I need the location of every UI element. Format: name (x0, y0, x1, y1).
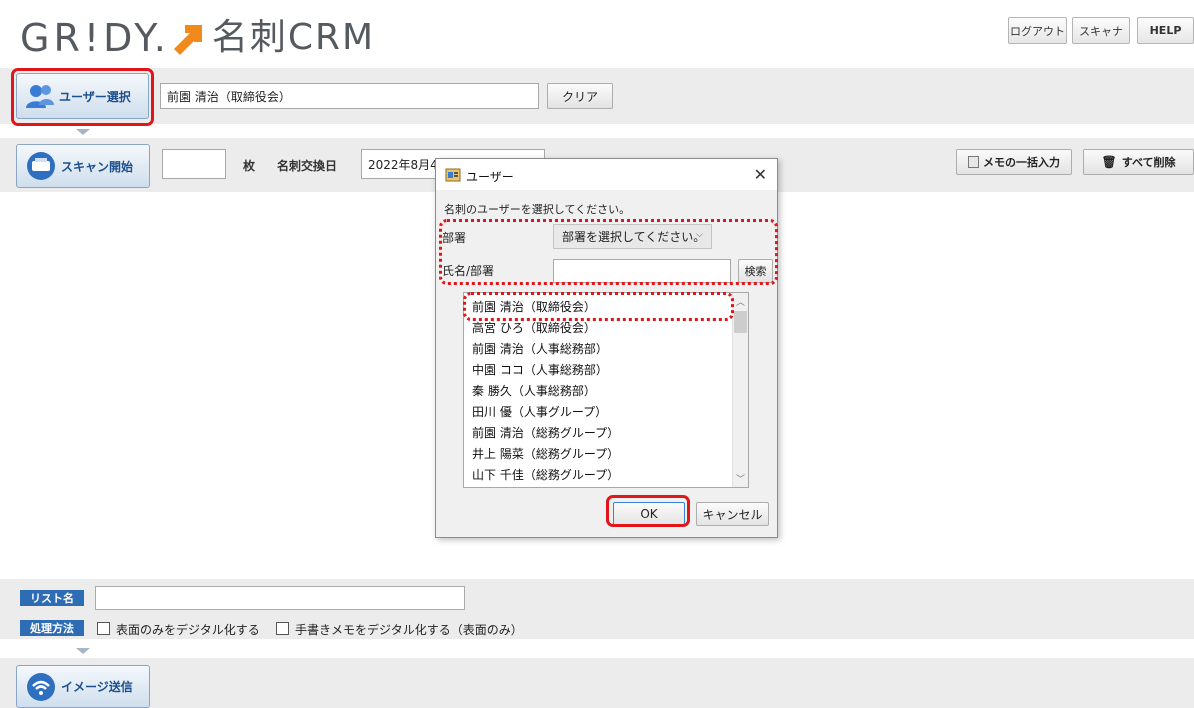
department-select[interactable]: 部署を選択してください。 ⌵ (553, 224, 712, 249)
app-window-icon (445, 168, 461, 182)
memo-bulk-label: メモの一括入力 (983, 156, 1060, 169)
logo-product-name: 名刺CRM (211, 17, 376, 58)
logo-text: GR!DY. (20, 16, 170, 60)
option-front-only-checkbox[interactable] (97, 622, 110, 635)
logout-button[interactable]: ログアウト (1008, 17, 1067, 44)
list-name-tag: リスト名 (20, 590, 84, 606)
option-handwritten-memo-label: 手書きメモをデジタル化する（表面のみ） (295, 623, 523, 637)
wifi-icon (27, 672, 55, 701)
dialog-title-bar: ユーザー ✕ (436, 159, 777, 190)
ok-button[interactable]: OK (613, 502, 685, 526)
scan-start-label: スキャン開始 (61, 159, 134, 174)
scroll-up-icon[interactable]: ︿ (736, 295, 745, 308)
cancel-button[interactable]: キャンセル (696, 502, 769, 526)
search-button[interactable]: 検索 (738, 259, 773, 283)
exchange-date-label: 名刺交換日 (277, 159, 338, 173)
option-front-only-label: 表面のみをデジタル化する (116, 623, 260, 637)
list-item[interactable]: 前園 清治（総務グループ） (472, 424, 619, 441)
memo-icon (968, 156, 979, 168)
list-item[interactable]: 秦 勝久（人事総務部） (472, 382, 596, 399)
list-item[interactable]: 中園 ココ（人事総務部） (472, 361, 608, 378)
dialog-title: ユーザー (466, 170, 514, 184)
users-icon (26, 85, 54, 108)
image-send-button[interactable]: イメージ送信 (16, 665, 150, 708)
list-item[interactable]: 井上 陽菜（総務グループ） (472, 445, 619, 462)
user-list[interactable]: 前園 清治（取締役会） 高宮 ひろ（取締役会） 前園 清治（人事総務部） 中園 … (463, 292, 749, 488)
delete-all-label: すべて削除 (1121, 156, 1176, 169)
clear-button[interactable]: クリア (547, 83, 613, 109)
scanner-icon (27, 152, 55, 180)
process-method-tag: 処理方法 (20, 620, 84, 636)
scan-start-button[interactable]: スキャン開始 (16, 144, 150, 188)
close-icon[interactable]: ✕ (754, 165, 767, 184)
count-unit-label: 枚 (243, 159, 256, 173)
name-search-input[interactable] (553, 259, 731, 283)
list-item[interactable]: 前園 清治（取締役会） (472, 298, 596, 315)
list-item[interactable]: 高宮 ひろ（取締役会） (472, 319, 596, 336)
department-label: 部署 (442, 231, 467, 245)
scan-count-field[interactable] (162, 149, 226, 179)
scroll-down-icon[interactable]: ﹀ (736, 472, 745, 485)
memo-bulk-input-button[interactable]: メモの一括入力 (956, 149, 1072, 175)
help-button[interactable]: HELP (1137, 17, 1194, 44)
user-select-dialog: ユーザー ✕ 名刺のユーザーを選択してください。 部署 部署を選択してください。… (435, 158, 778, 538)
selected-user-field[interactable]: 前園 清治（取締役会） (160, 83, 539, 109)
send-band (0, 658, 1194, 708)
delete-all-button[interactable]: 🗑 すべて削除 (1083, 149, 1194, 175)
department-select-value: 部署を選択してください。 (562, 230, 706, 244)
flow-arrow-icon-2 (76, 648, 90, 654)
chevron-down-icon: ⌵ (696, 230, 703, 240)
list-scrollbar[interactable]: ︿ ﹀ (732, 293, 748, 487)
trash-icon: 🗑 (1101, 155, 1117, 169)
user-select-button[interactable]: ユーザー選択 (16, 73, 149, 119)
app-logo: GR!DY. 名刺CRM (20, 16, 375, 60)
list-item[interactable]: 田川 優（人事グループ） (472, 403, 607, 420)
list-item[interactable]: 前園 清治（人事総務部） (472, 340, 608, 357)
name-dept-label: 氏名/部署 (442, 264, 495, 278)
option-handwritten-memo-checkbox[interactable] (276, 622, 289, 635)
scanner-button[interactable]: スキャナ (1072, 17, 1130, 44)
list-item[interactable]: 山下 千佳（総務グループ） (472, 466, 619, 483)
user-select-label: ユーザー選択 (59, 89, 131, 104)
flow-arrow-icon (76, 129, 90, 135)
logo-arrow-icon (173, 25, 202, 55)
scrollbar-thumb[interactable] (734, 311, 747, 333)
list-name-field[interactable] (95, 586, 465, 610)
image-send-label: イメージ送信 (61, 680, 133, 694)
dialog-instruction: 名刺のユーザーを選択してください。 (444, 203, 631, 216)
